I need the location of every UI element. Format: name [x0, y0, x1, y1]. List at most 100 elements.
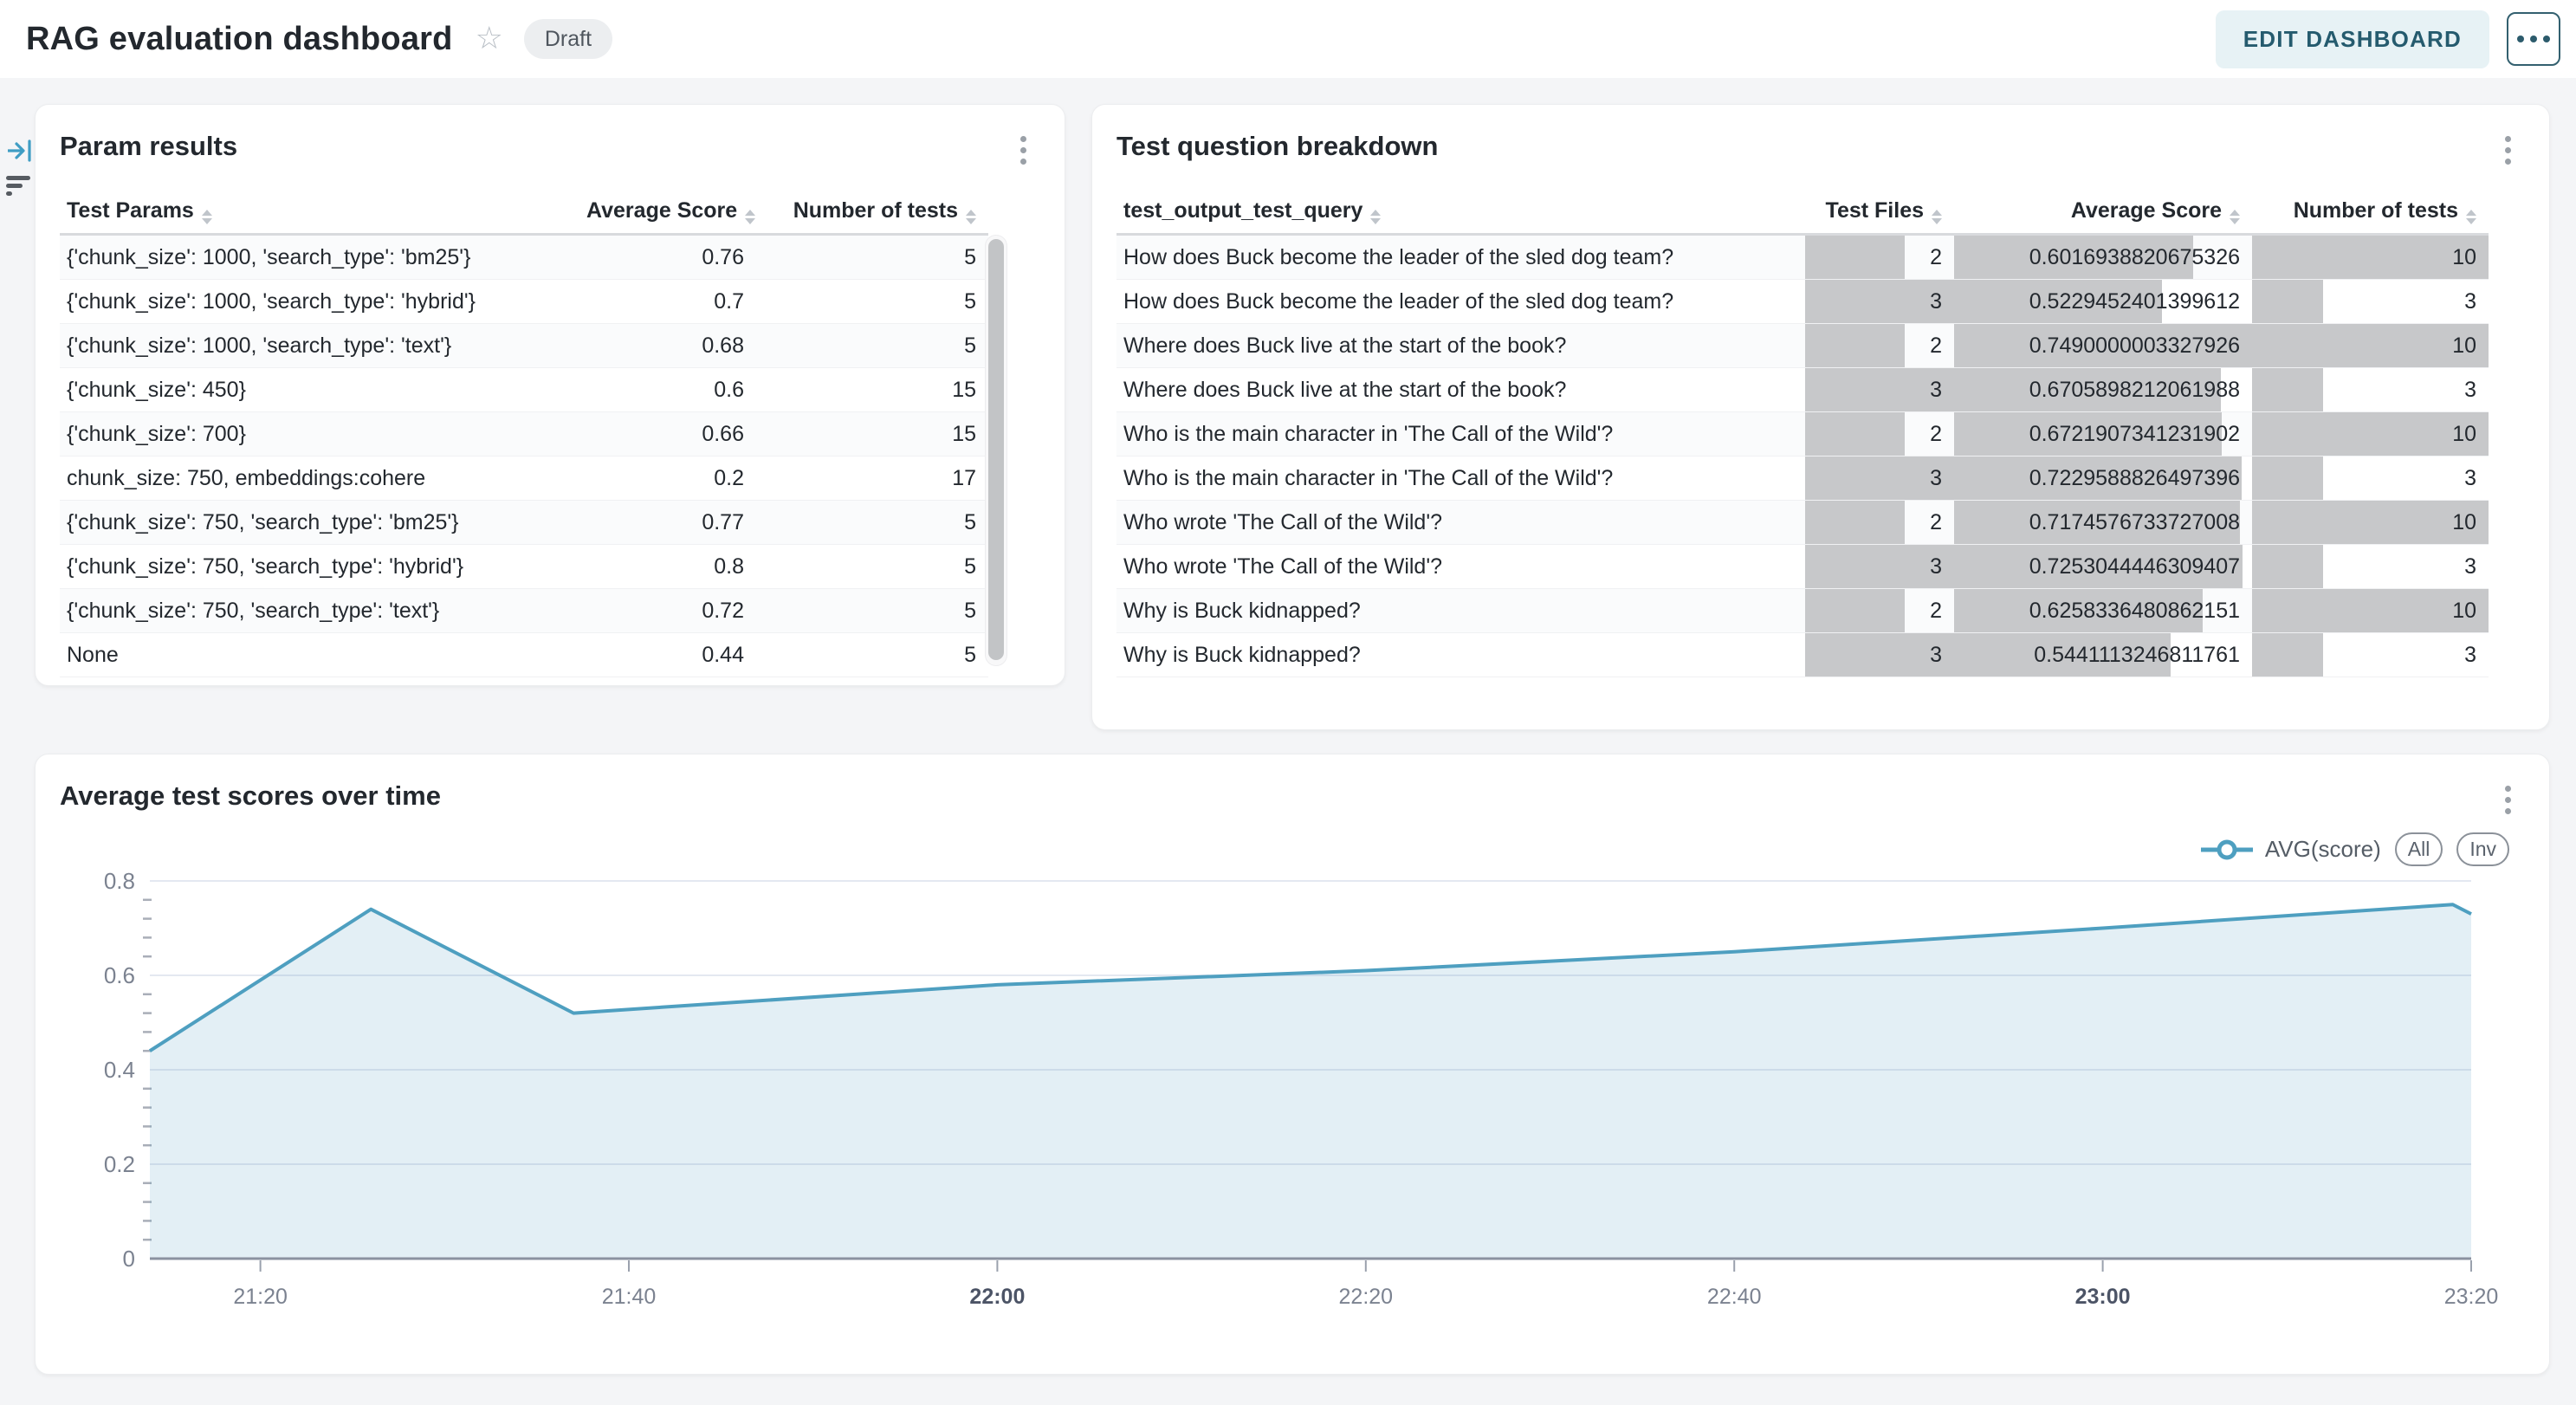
- cell-number-of-tests[interactable]: 3: [2252, 368, 2489, 412]
- cell-number-of-tests[interactable]: 10: [2252, 412, 2489, 456]
- cell-average-score[interactable]: 0.44: [579, 633, 756, 677]
- avg-scores-chart[interactable]: 00.20.40.60.821:2021:4022:0022:2022:4023…: [36, 824, 2549, 1361]
- table-row[interactable]: {'chunk_size': 1000, 'search_type': 'tex…: [60, 324, 988, 368]
- cell-average-score[interactable]: 0.6016938820675326: [1954, 235, 2252, 280]
- cell-number-of-tests[interactable]: 5: [756, 545, 988, 589]
- table-row[interactable]: chunk_size: 750, embeddings:cohere0.217: [60, 456, 988, 501]
- cell-number-of-tests[interactable]: 10: [2252, 235, 2489, 280]
- cell-test-query[interactable]: Who is the main character in 'The Call o…: [1116, 456, 1805, 501]
- filter-button[interactable]: [5, 173, 31, 199]
- cell-number-of-tests[interactable]: 3: [2252, 545, 2489, 589]
- cell-test-query[interactable]: How does Buck become the leader of the s…: [1116, 280, 1805, 324]
- table-row[interactable]: {'chunk_size': 700}0.6615: [60, 412, 988, 456]
- cell-average-score[interactable]: 0.77: [579, 501, 756, 545]
- column-header-average-score[interactable]: Average Score: [1954, 190, 2252, 235]
- cell-test-params[interactable]: {'chunk_size': 750, 'search_type': 'hybr…: [60, 545, 579, 589]
- cell-test-params[interactable]: None: [60, 633, 579, 677]
- table-row[interactable]: Why is Buck kidnapped?20.625833648086215…: [1116, 589, 2489, 633]
- column-header-test-output-test-query[interactable]: test_output_test_query: [1116, 190, 1805, 235]
- cell-average-score[interactable]: 0.76: [579, 235, 756, 280]
- cell-average-score[interactable]: 0.8: [579, 545, 756, 589]
- expand-sidebar-button[interactable]: [7, 139, 33, 163]
- cell-average-score[interactable]: 0.6258336480862151: [1954, 589, 2252, 633]
- table-row[interactable]: {'chunk_size': 1000, 'search_type': 'bm2…: [60, 235, 988, 280]
- table-scrollbar[interactable]: [985, 235, 1007, 666]
- table-row[interactable]: Where does Buck live at the start of the…: [1116, 368, 2489, 412]
- cell-test-files[interactable]: 2: [1805, 589, 1954, 633]
- cell-average-score[interactable]: 0.7253044446309407: [1954, 545, 2252, 589]
- cell-test-query[interactable]: Why is Buck kidnapped?: [1116, 589, 1805, 633]
- cell-test-params[interactable]: {'chunk_size': 1000, 'search_type': 'hyb…: [60, 280, 579, 324]
- column-header-test-params[interactable]: Test Params: [60, 190, 579, 235]
- cell-test-params[interactable]: {'chunk_size': 750, 'search_type': 'text…: [60, 589, 579, 633]
- table-row[interactable]: None0.445: [60, 633, 988, 677]
- table-row[interactable]: Why is Buck kidnapped?30.544111324681176…: [1116, 633, 2489, 677]
- cell-test-params[interactable]: {'chunk_size': 1000, 'search_type': 'bm2…: [60, 235, 579, 280]
- cell-number-of-tests[interactable]: 10: [2252, 324, 2489, 368]
- cell-number-of-tests[interactable]: 15: [756, 412, 988, 456]
- cell-test-query[interactable]: Where does Buck live at the start of the…: [1116, 324, 1805, 368]
- cell-average-score[interactable]: 0.7490000003327926: [1954, 324, 2252, 368]
- cell-test-query[interactable]: Why is Buck kidnapped?: [1116, 633, 1805, 677]
- cell-number-of-tests[interactable]: 10: [2252, 589, 2489, 633]
- star-icon[interactable]: ☆: [476, 23, 503, 55]
- cell-test-files[interactable]: 2: [1805, 412, 1954, 456]
- cell-test-files[interactable]: 3: [1805, 456, 1954, 501]
- scrollbar-thumb[interactable]: [988, 239, 1004, 660]
- cell-average-score[interactable]: 0.6: [579, 368, 756, 412]
- cell-number-of-tests[interactable]: 5: [756, 501, 988, 545]
- cell-test-query[interactable]: Where does Buck live at the start of the…: [1116, 368, 1805, 412]
- card-menu-button[interactable]: [2502, 133, 2515, 168]
- cell-number-of-tests[interactable]: 17: [756, 456, 988, 501]
- table-row[interactable]: {'chunk_size': 750, 'search_type': 'text…: [60, 589, 988, 633]
- cell-test-files[interactable]: 3: [1805, 368, 1954, 412]
- cell-average-score[interactable]: 0.7: [579, 280, 756, 324]
- cell-average-score[interactable]: 0.66: [579, 412, 756, 456]
- table-row[interactable]: {'chunk_size': 750, 'search_type': 'hybr…: [60, 545, 988, 589]
- cell-test-files[interactable]: 2: [1805, 501, 1954, 545]
- more-options-button[interactable]: [2507, 12, 2560, 66]
- cell-number-of-tests[interactable]: 5: [756, 324, 988, 368]
- table-row[interactable]: {'chunk_size': 1000, 'search_type': 'hyb…: [60, 280, 988, 324]
- cell-number-of-tests[interactable]: 3: [2252, 280, 2489, 324]
- cell-average-score[interactable]: 0.2: [579, 456, 756, 501]
- cell-test-query[interactable]: How does Buck become the leader of the s…: [1116, 235, 1805, 280]
- table-row[interactable]: {'chunk_size': 750, 'search_type': 'bm25…: [60, 501, 988, 545]
- table-row[interactable]: Who is the main character in 'The Call o…: [1116, 456, 2489, 501]
- cell-number-of-tests[interactable]: 3: [2252, 456, 2489, 501]
- column-header-number-of-tests[interactable]: Number of tests: [756, 190, 988, 235]
- cell-number-of-tests[interactable]: 5: [756, 280, 988, 324]
- cell-average-score[interactable]: 0.7229588826497396: [1954, 456, 2252, 501]
- cell-test-params[interactable]: {'chunk_size': 1000, 'search_type': 'tex…: [60, 324, 579, 368]
- table-row[interactable]: Where does Buck live at the start of the…: [1116, 324, 2489, 368]
- card-menu-button[interactable]: [1017, 133, 1030, 168]
- cell-test-files[interactable]: 3: [1805, 633, 1954, 677]
- cell-test-files[interactable]: 2: [1805, 324, 1954, 368]
- cell-test-params[interactable]: {'chunk_size': 450}: [60, 368, 579, 412]
- cell-number-of-tests[interactable]: 5: [756, 633, 988, 677]
- edit-dashboard-button[interactable]: EDIT DASHBOARD: [2216, 10, 2489, 68]
- cell-test-params[interactable]: chunk_size: 750, embeddings:cohere: [60, 456, 579, 501]
- cell-test-files[interactable]: 2: [1805, 235, 1954, 280]
- cell-number-of-tests[interactable]: 10: [2252, 501, 2489, 545]
- cell-test-query[interactable]: Who wrote 'The Call of the Wild'?: [1116, 501, 1805, 545]
- cell-average-score[interactable]: 0.72: [579, 589, 756, 633]
- cell-number-of-tests[interactable]: 15: [756, 368, 988, 412]
- cell-average-score[interactable]: 0.5441113246811761: [1954, 633, 2252, 677]
- column-header-test-files[interactable]: Test Files: [1805, 190, 1954, 235]
- cell-test-files[interactable]: 3: [1805, 545, 1954, 589]
- table-row[interactable]: Who is the main character in 'The Call o…: [1116, 412, 2489, 456]
- cell-test-params[interactable]: {'chunk_size': 700}: [60, 412, 579, 456]
- cell-test-params[interactable]: {'chunk_size': 750, 'search_type': 'bm25…: [60, 501, 579, 545]
- cell-number-of-tests[interactable]: 5: [756, 235, 988, 280]
- card-menu-button[interactable]: [2502, 782, 2515, 818]
- cell-average-score[interactable]: 0.6705898212061988: [1954, 368, 2252, 412]
- cell-test-files[interactable]: 3: [1805, 280, 1954, 324]
- cell-average-score[interactable]: 0.6721907341231902: [1954, 412, 2252, 456]
- cell-number-of-tests[interactable]: 3: [2252, 633, 2489, 677]
- table-row[interactable]: How does Buck become the leader of the s…: [1116, 235, 2489, 280]
- cell-average-score[interactable]: 0.5229452401399612: [1954, 280, 2252, 324]
- table-row[interactable]: Who wrote 'The Call of the Wild'?20.7174…: [1116, 501, 2489, 545]
- cell-number-of-tests[interactable]: 5: [756, 589, 988, 633]
- table-row[interactable]: How does Buck become the leader of the s…: [1116, 280, 2489, 324]
